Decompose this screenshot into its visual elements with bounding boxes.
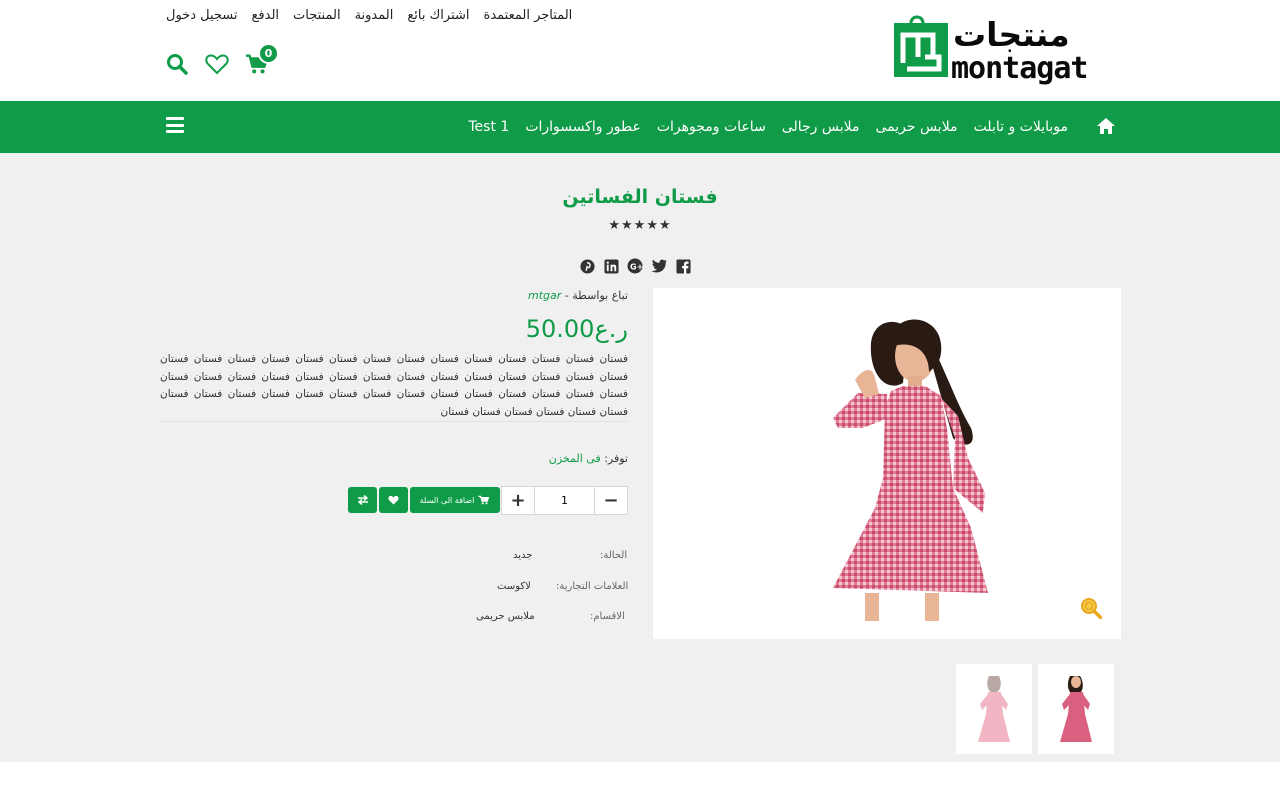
condition-value: جديد <box>513 550 533 561</box>
shopping-bag-logo-icon <box>894 15 948 77</box>
decrease-quantity-button[interactable]: − <box>595 487 627 514</box>
google-plus-icon[interactable]: G+ <box>627 258 643 274</box>
linkedin-icon[interactable] <box>603 258 619 274</box>
search-icon[interactable] <box>165 52 189 76</box>
increase-quantity-button[interactable]: + <box>502 487 534 514</box>
compare-arrows-icon <box>357 495 368 505</box>
link-approved-stores[interactable]: المتاجر المعتمدة <box>484 8 573 23</box>
home-icon[interactable] <box>1096 116 1116 136</box>
dress-model-image <box>833 319 988 621</box>
link-blog[interactable]: المدونة <box>355 8 394 23</box>
nav-item-perfumes[interactable]: عطور واكسسوارات <box>525 119 641 135</box>
logo-text-english: montagat <box>951 51 1088 86</box>
rating-stars: ★★★★★ <box>608 218 672 233</box>
twitter-icon[interactable] <box>651 258 667 274</box>
thumbnail-back[interactable] <box>956 664 1032 754</box>
heart-icon <box>388 495 399 505</box>
nav-item-women-clothing[interactable]: ملابس حريمى <box>875 119 957 135</box>
compare-button[interactable] <box>348 487 377 513</box>
main-product-image[interactable] <box>653 288 1121 639</box>
add-to-cart-label: اضافة الى السلة <box>419 495 475 505</box>
add-to-cart-button[interactable]: اضافة الى السلة <box>410 487 500 513</box>
product-title: فستان الفساتين <box>562 186 718 208</box>
add-to-wishlist-button[interactable] <box>379 487 408 513</box>
nav-item-watches-jewelry[interactable]: ساعات ومجوهرات <box>657 119 766 135</box>
page-footer-area <box>0 762 1280 800</box>
product-description: فستان فستان فستان فستان فستان فستان فستا… <box>160 353 628 418</box>
category-label: الاقسام: <box>590 611 625 622</box>
top-links: المتاجر المعتمدة اشتراك بائع المدونة الم… <box>166 8 572 23</box>
quantity-input[interactable] <box>534 487 595 514</box>
availability-label: توفر: <box>604 452 628 465</box>
nav-item-mobiles[interactable]: موبايلات و تابلت <box>974 119 1068 135</box>
link-login[interactable]: تسجيل دخول <box>166 8 238 23</box>
brand-value[interactable]: لاكوست <box>497 581 531 592</box>
brand-label: العلامات التجارية: <box>556 581 629 592</box>
category-value[interactable]: ملابس حريمى <box>476 611 535 622</box>
nav-item-test[interactable]: Test 1 <box>468 119 509 135</box>
availability-value: فى المخزن <box>548 452 601 465</box>
pinterest-icon[interactable] <box>579 258 595 274</box>
vendor-link[interactable]: mtgar <box>528 289 561 302</box>
zoom-icon[interactable] <box>1080 597 1102 619</box>
quantity-stepper: + − <box>501 486 628 515</box>
cart-icon <box>478 495 490 505</box>
sold-by: تباع بواسطة - mtgar <box>528 289 628 302</box>
logo-text-arabic: منتجات <box>953 15 1070 54</box>
divider <box>160 421 628 422</box>
site-header: المتاجر المعتمدة اشتراك بائع المدونة الم… <box>0 0 1280 101</box>
hamburger-menu-icon[interactable] <box>166 117 184 133</box>
header-icons: 0 <box>165 43 279 76</box>
sold-by-label: تباع بواسطة - <box>564 289 628 302</box>
category-menu: موبايلات و تابلت ملابس حريمى ملابس رجالى… <box>468 101 1068 153</box>
cart-icon[interactable]: 0 <box>245 43 279 76</box>
dress-thumbnail-back <box>978 676 1010 742</box>
product-price: 50.00ر.ع <box>525 315 628 343</box>
site-logo[interactable]: منتجات montagat <box>893 13 1109 89</box>
thumbnail-front[interactable] <box>1038 664 1114 754</box>
facebook-icon[interactable] <box>675 258 691 274</box>
share-icons: G+ <box>579 258 691 274</box>
wishlist-heart-icon[interactable] <box>205 52 229 76</box>
availability: توفر: فى المخزن <box>549 452 628 465</box>
nav-item-men-clothing[interactable]: ملابس رجالى <box>782 119 860 135</box>
svg-text:G+: G+ <box>630 263 643 272</box>
cart-count-badge: 0 <box>258 43 279 64</box>
main-navigation: موبايلات و تابلت ملابس حريمى ملابس رجالى… <box>0 101 1280 153</box>
condition-label: الحالة: <box>600 550 628 561</box>
dress-thumbnail-front <box>1060 676 1092 742</box>
link-products[interactable]: المنتجات <box>293 8 341 23</box>
link-vendor-signup[interactable]: اشتراك بائع <box>407 8 469 23</box>
product-actions: اضافة الى السلة <box>348 487 500 513</box>
link-checkout[interactable]: الدفع <box>252 8 280 23</box>
